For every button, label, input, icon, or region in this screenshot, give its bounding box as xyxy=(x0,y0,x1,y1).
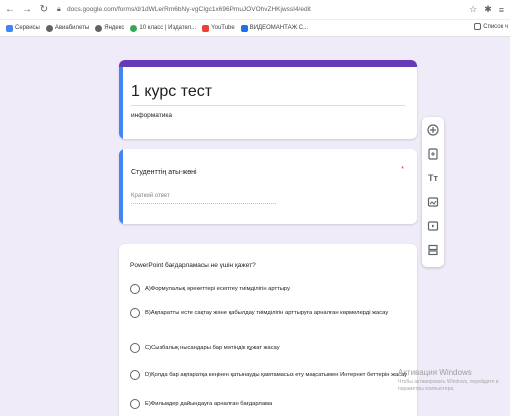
title-underline xyxy=(131,105,405,106)
focus-accent xyxy=(119,67,123,139)
lock-icon: 🔒︎ xyxy=(57,6,61,13)
radio-button[interactable] xyxy=(130,399,140,409)
option-b[interactable]: В)Ақпаратты есте сақтау және қабылдау ти… xyxy=(130,308,388,318)
leaf-icon xyxy=(130,24,138,32)
back-arrow-icon[interactable]: ← xyxy=(3,3,17,17)
required-asterisk: * xyxy=(401,166,404,173)
question-title: PowerPoint бағдарламасы не үшін қажет? xyxy=(130,262,256,269)
globe-icon xyxy=(95,24,103,32)
globe-icon xyxy=(45,24,53,32)
watermark-subtitle: Чтобы активировать Windows, перейдите в … xyxy=(398,379,499,392)
import-icon[interactable] xyxy=(427,148,439,160)
bookmark-flights[interactable]: Авиабилеты xyxy=(45,24,89,32)
radio-button[interactable] xyxy=(130,308,140,318)
question-card-powerpoint[interactable]: PowerPoint бағдарламасы не үшін қажет? А… xyxy=(119,244,417,416)
forward-arrow-icon[interactable]: → xyxy=(20,3,34,17)
option-c[interactable]: С)Сызбалық нысандары бар мәтіндік құжат … xyxy=(130,343,280,353)
form-side-toolbar: Tт xyxy=(422,117,444,267)
option-d[interactable]: D)Қолда бар ақпаратқа кеңінен қатынауды … xyxy=(130,370,407,380)
form-title[interactable]: 1 курс тест xyxy=(131,83,212,101)
extensions-icon[interactable]: ✱ xyxy=(484,4,492,15)
star-icon[interactable]: ☆ xyxy=(469,4,477,15)
focus-accent xyxy=(119,149,123,224)
question-title: Студенттің аты-жөні xyxy=(131,169,197,176)
add-circle-icon[interactable] xyxy=(427,124,439,136)
reload-icon[interactable]: ↻ xyxy=(37,3,51,17)
form-description[interactable]: информатика xyxy=(131,112,172,119)
question-card-name[interactable]: Студенттің аты-жөні * Краткий ответ xyxy=(119,149,417,224)
image-icon[interactable] xyxy=(427,196,439,208)
bookmark-youtube[interactable]: YouTube xyxy=(202,24,235,32)
bookmark-video[interactable]: ВИДЕОМАНТАЖ С... xyxy=(240,24,308,32)
video-icon[interactable] xyxy=(427,220,439,232)
bookmark-yandex[interactable]: Яндекс xyxy=(95,24,124,32)
bookmark-icon xyxy=(240,24,248,32)
menu-icon[interactable]: ≡ xyxy=(499,5,504,15)
radio-button[interactable] xyxy=(130,343,140,353)
option-e[interactable]: Е)Фильмдер дайындауға арналған бағдарлам… xyxy=(130,399,272,409)
option-a[interactable]: А)Формулалық әрекеттері есептеу тиімділі… xyxy=(130,284,290,294)
bookmark-services[interactable]: Сервисы xyxy=(6,24,40,32)
reading-list[interactable]: Список ч xyxy=(474,23,508,30)
form-title-card[interactable]: 1 курс тест информатика xyxy=(119,60,417,139)
windows-activation-watermark: Активация Windows Чтобы активировать Win… xyxy=(398,368,510,393)
reading-list-icon xyxy=(474,23,482,30)
apps-grid-icon xyxy=(6,24,13,32)
radio-button[interactable] xyxy=(130,370,140,380)
youtube-icon xyxy=(202,24,210,32)
title-icon[interactable]: Tт xyxy=(427,172,439,184)
section-icon[interactable] xyxy=(427,244,439,256)
short-answer-field[interactable]: Краткий ответ xyxy=(131,193,276,204)
bookmark-class10[interactable]: 10 класс | Издател... xyxy=(130,24,196,32)
browser-toolbar: ← → ↻ 🔒︎ docs.google.com/forms/d/1dWLerR… xyxy=(0,0,510,20)
address-bar[interactable]: 🔒︎ docs.google.com/forms/d/1dWLerRm6bNy-… xyxy=(57,6,469,13)
watermark-title: Активация Windows xyxy=(398,368,472,377)
bookmarks-bar: Сервисы Авиабилеты Яндекс 10 класс | Изд… xyxy=(0,20,510,37)
url-text: docs.google.com/forms/d/1dWLerRm6bNy-vgC… xyxy=(67,6,311,13)
radio-button[interactable] xyxy=(130,284,140,294)
